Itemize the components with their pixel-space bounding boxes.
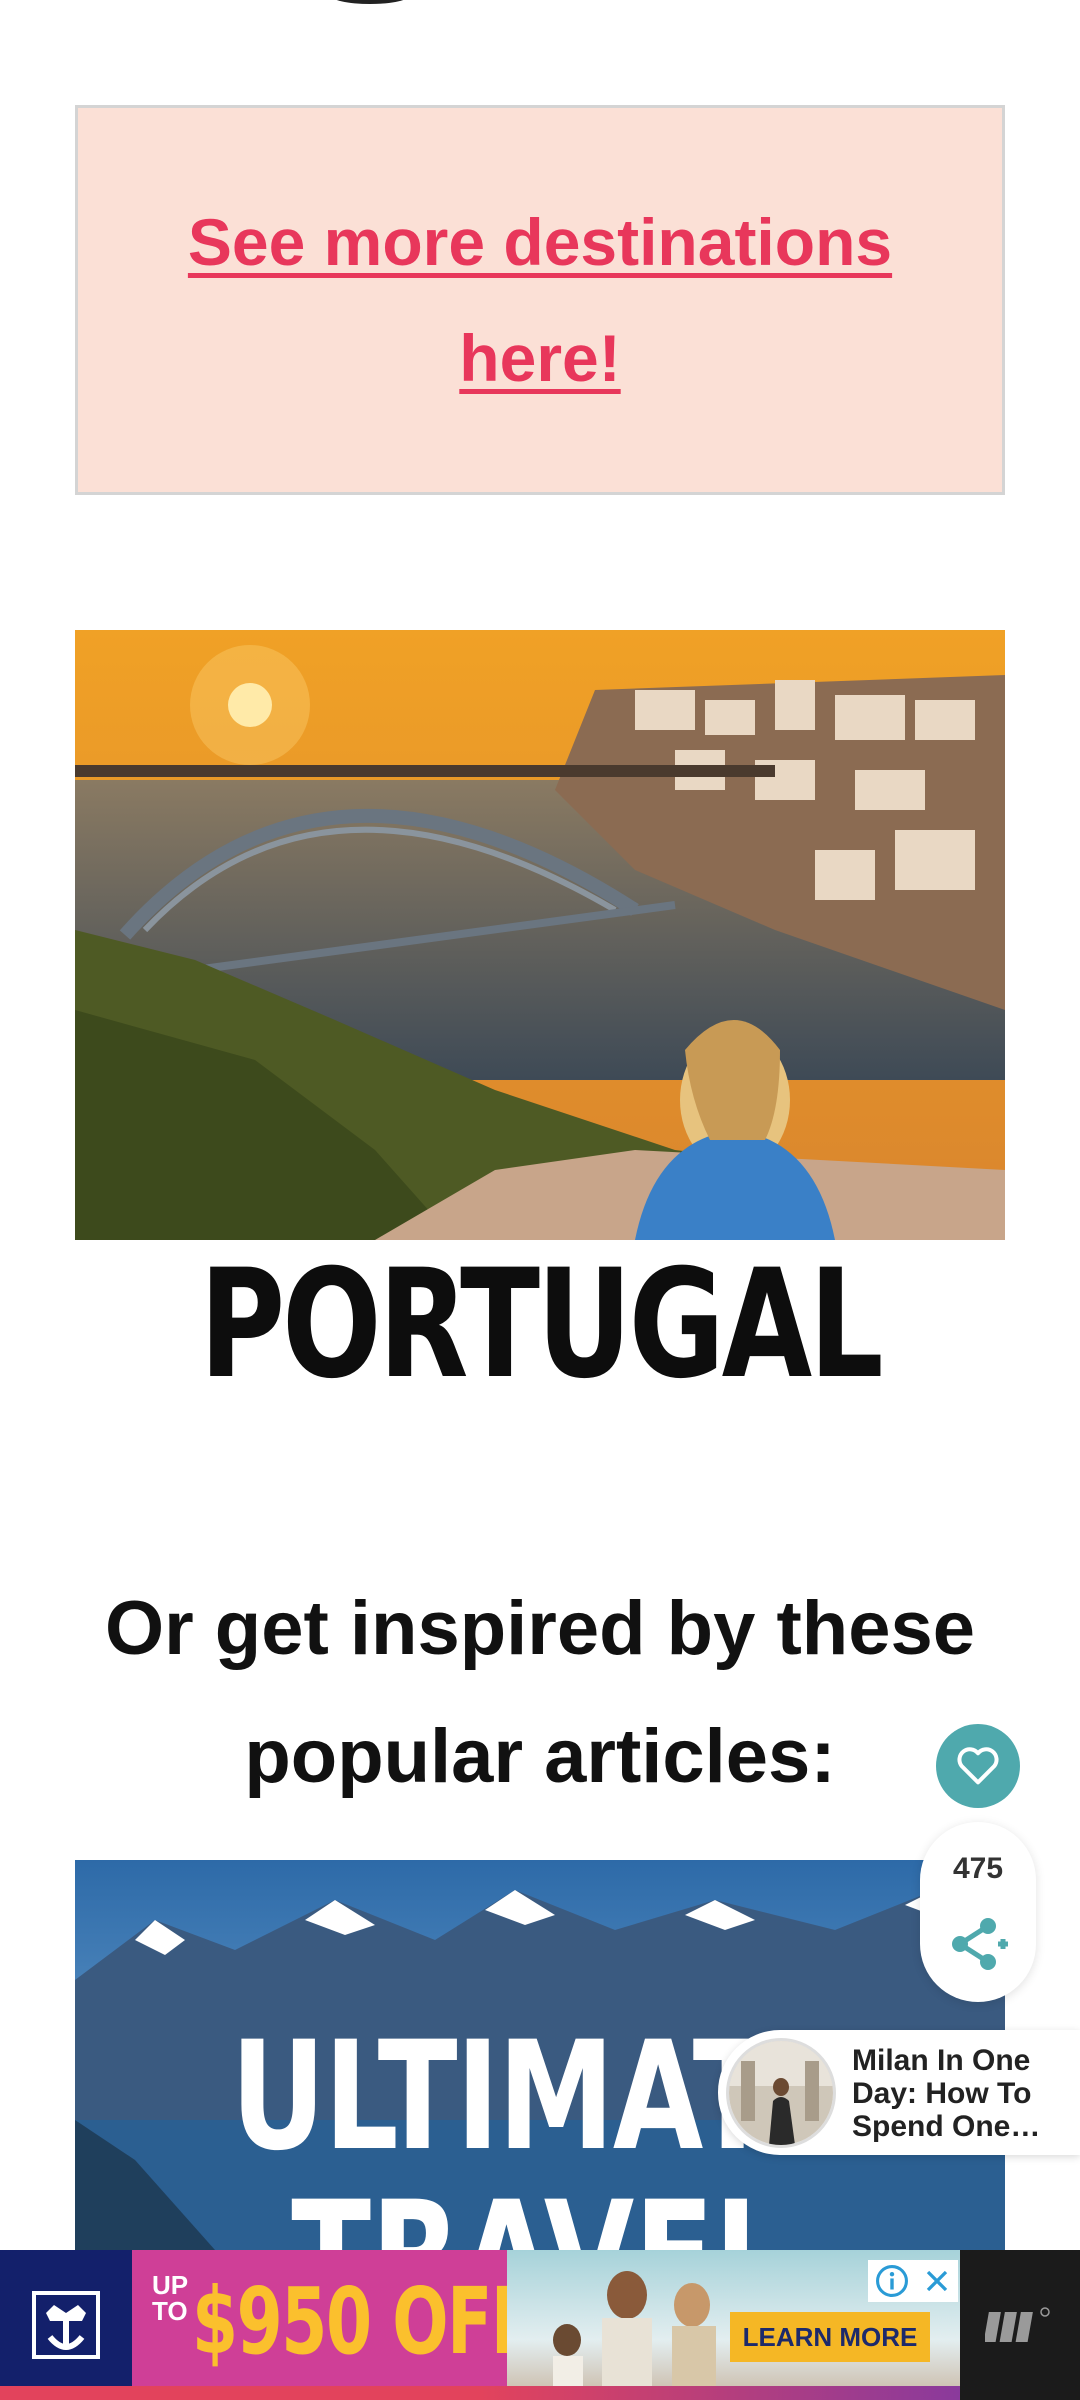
partial-text-remnant	[330, 0, 410, 4]
related-article-title: Milan In One Day: How To Spend One…	[852, 2044, 1041, 2143]
network-logo-icon	[985, 2307, 1050, 2342]
cruise-ad-banner[interactable]: UP TO $950 OFF LEARN MORE	[0, 2250, 960, 2400]
ad-learn-more-button[interactable]: LEARN MORE	[730, 2312, 930, 2362]
ad-choices	[868, 2260, 958, 2302]
porto-bridge-photo	[75, 630, 1005, 1240]
see-more-destinations-link[interactable]: See more destinations here!	[140, 184, 940, 416]
close-icon[interactable]	[922, 2266, 952, 2296]
see-more-destinations-box: See more destinations here!	[75, 105, 1005, 495]
crown-anchor-icon	[32, 2291, 100, 2359]
portugal-caption: PORTUGAL	[199, 1238, 883, 1412]
info-icon[interactable]	[875, 2264, 909, 2298]
portugal-hero-image[interactable]	[75, 630, 1005, 1240]
ad-upto-label: UP TO	[152, 2270, 188, 2326]
share-button[interactable]	[926, 1892, 1030, 1996]
ad-bottom-stripe	[0, 2386, 960, 2400]
related-article-thumbnail	[726, 2038, 836, 2148]
inspired-heading: Or get inspired by these popular article…	[105, 1586, 975, 1799]
related-article-card[interactable]: Milan In One Day: How To Spend One…	[718, 2030, 1080, 2155]
ad-side-panel	[960, 2250, 1080, 2400]
share-count: 475	[952, 1852, 1004, 1885]
share-icon	[952, 1918, 1008, 1970]
ad-offer-panel: UP TO $950 OFF	[132, 2250, 536, 2400]
travel-title-line: TRAVEL	[177, 2170, 902, 2250]
cruise-logo	[0, 2250, 132, 2400]
heart-icon	[957, 1747, 999, 1785]
ad-discount-amount: $950 OFF	[192, 2268, 536, 2375]
favorite-button[interactable]	[936, 1724, 1020, 1808]
share-widget: 475	[920, 1822, 1036, 2002]
